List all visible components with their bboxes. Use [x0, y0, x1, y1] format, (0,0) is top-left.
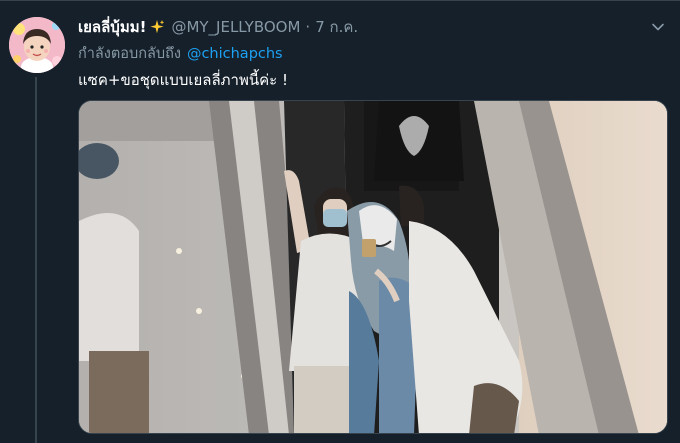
- reply-mention-link[interactable]: @chichapchs: [187, 46, 283, 62]
- replying-to-label: กำลังตอบกลับถึง: [78, 46, 181, 62]
- header-separator: ·: [305, 18, 311, 36]
- sparkles-emoji-icon: [149, 19, 165, 35]
- chevron-down-icon[interactable]: [650, 19, 666, 35]
- display-name[interactable]: เยลลี่บุ้มม!: [78, 15, 146, 39]
- avatar[interactable]: [9, 17, 65, 73]
- escalator-photo: [79, 101, 667, 433]
- tweet-photo[interactable]: [78, 100, 668, 434]
- replying-to-line: กำลังตอบกลับถึง @chichapchs: [78, 42, 283, 65]
- tweet-text: แซค+ขอชุดแบบเยลลี่ภาพนี้ค่ะ !: [78, 71, 288, 89]
- tweet-header: เยลลี่บุ้มม! @MY_JELLYBOOM · 7 ก.ค.: [78, 15, 358, 39]
- tweet-card[interactable]: เยลลี่บุ้มม! @MY_JELLYBOOM · 7 ก.ค. กำลั…: [0, 0, 680, 443]
- tweet-date[interactable]: 7 ก.ค.: [315, 15, 358, 39]
- user-handle[interactable]: @MY_JELLYBOOM: [171, 18, 300, 36]
- thread-connector-line: [35, 77, 37, 443]
- avatar-image: [9, 17, 65, 73]
